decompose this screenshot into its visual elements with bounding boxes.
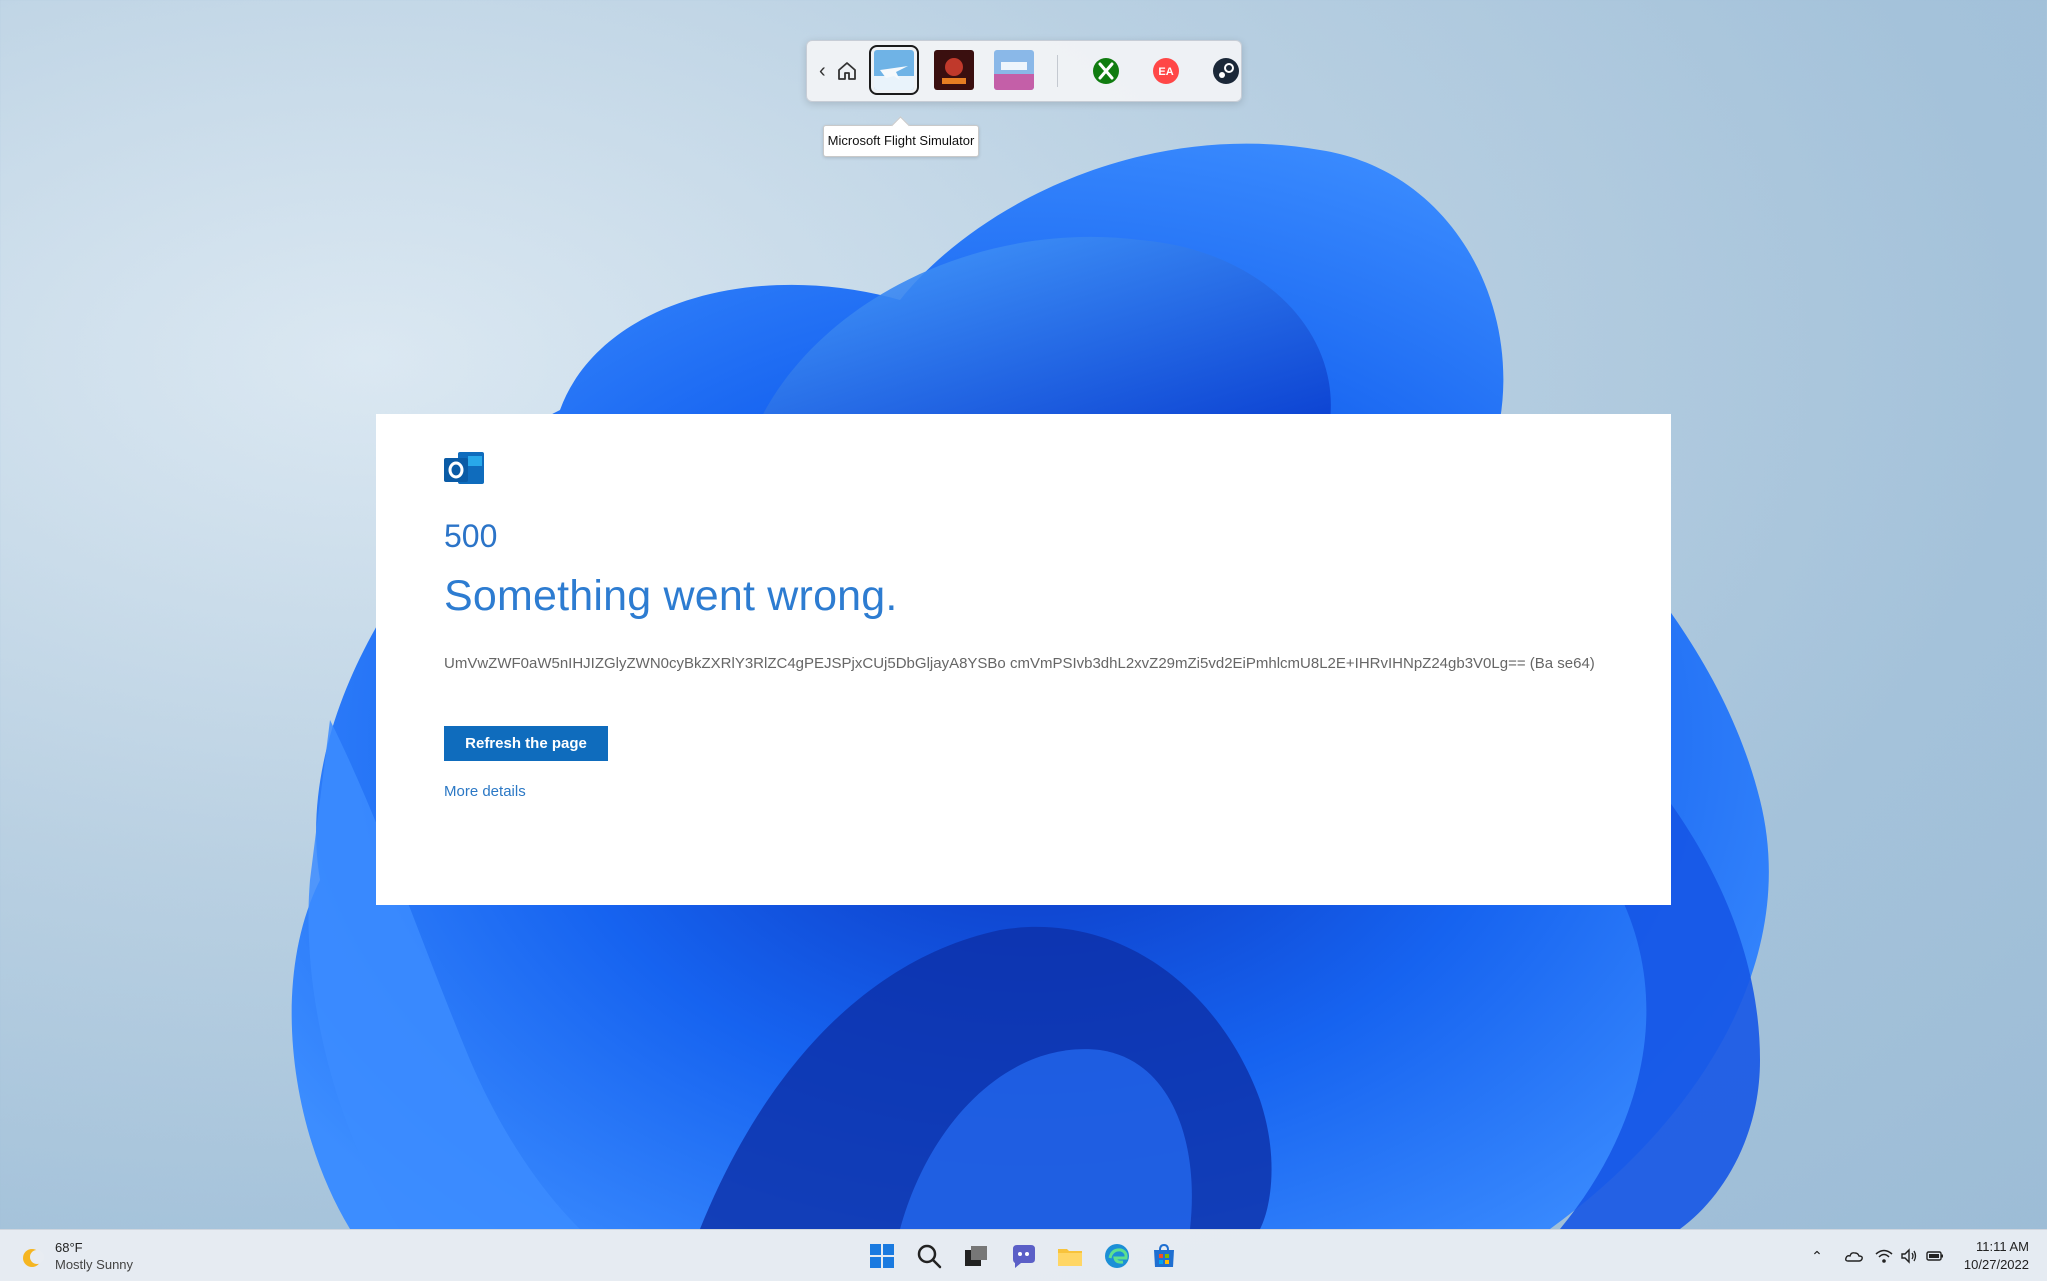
start-windows-icon[interactable]	[867, 1241, 897, 1271]
xbox-icon[interactable]	[1091, 56, 1121, 86]
chat-icon[interactable]	[1008, 1241, 1038, 1271]
game-bar: ‹ EA	[806, 40, 1242, 102]
onedrive-icon[interactable]	[1845, 1247, 1863, 1265]
svg-text:EA: EA	[1158, 66, 1173, 78]
chevron-up-icon[interactable]: ⌃	[1808, 1247, 1826, 1265]
game-thumbnail-flight-simulator[interactable]	[869, 45, 919, 95]
steam-icon[interactable]	[1211, 56, 1241, 86]
sun-icon	[23, 1249, 44, 1267]
game-thumbnail-forza[interactable]	[994, 50, 1034, 90]
more-details-link[interactable]: More details	[444, 783, 526, 800]
taskbar: 68°F Mostly Sunny ⌃ 11:11 AM 10/27/2022	[0, 1229, 2047, 1281]
edge-icon[interactable]	[1102, 1241, 1132, 1271]
outlook-logo-icon	[444, 452, 484, 484]
volume-icon[interactable]	[1900, 1247, 1918, 1265]
ea-icon[interactable]: EA	[1151, 56, 1181, 86]
search-icon[interactable]	[914, 1241, 944, 1271]
error-title: Something went wrong.	[444, 572, 898, 620]
error-card: 500 Something went wrong. UmVwZWF0aW5nIH…	[376, 414, 1671, 905]
weather-temperature: 68°F	[55, 1240, 83, 1255]
error-code: 500	[444, 518, 498, 554]
system-clock[interactable]: 11:11 AM 10/27/2022	[1964, 1238, 2029, 1274]
battery-icon[interactable]	[1926, 1247, 1944, 1265]
game-bar-separator	[1057, 55, 1058, 87]
back-chevron-icon[interactable]: ‹	[819, 59, 833, 83]
game-thumbnail-2[interactable]	[934, 50, 974, 90]
wifi-icon[interactable]	[1875, 1247, 1893, 1265]
flight-simulator-icon	[874, 50, 914, 90]
microsoft-store-icon[interactable]	[1149, 1241, 1179, 1271]
weather-description: Mostly Sunny	[55, 1257, 134, 1272]
refresh-page-button[interactable]: Refresh the page	[444, 726, 608, 761]
home-icon[interactable]	[835, 59, 859, 83]
task-view-icon[interactable]	[961, 1241, 991, 1271]
clock-time: 11:11 AM	[1976, 1239, 2029, 1254]
game-2-icon	[934, 50, 974, 90]
forza-icon	[994, 50, 1034, 90]
error-detail: UmVwZWF0aW5nIHJIZGlyZWN0cyBkZXRlY3RlZC4g…	[444, 655, 1595, 672]
file-explorer-icon[interactable]	[1055, 1241, 1085, 1271]
game-tooltip: Microsoft Flight Simulator	[823, 125, 979, 157]
clock-date: 10/27/2022	[1963, 1257, 2029, 1272]
weather-widget[interactable]: 68°F Mostly Sunny	[18, 1240, 158, 1274]
